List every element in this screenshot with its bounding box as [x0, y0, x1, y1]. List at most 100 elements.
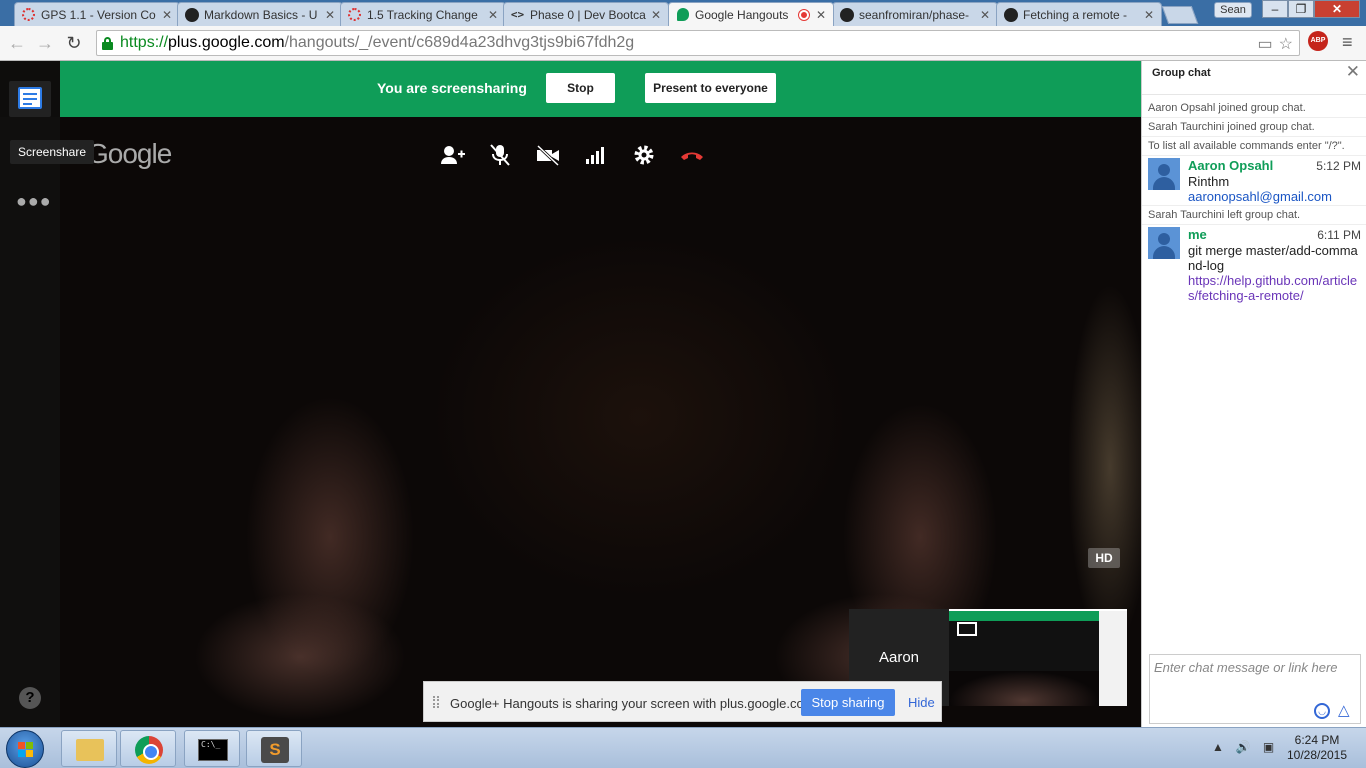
- close-icon[interactable]: ✕: [650, 8, 662, 22]
- windows-taskbar: C:\_ S ▲ 🔊 ▣ 6:24 PM 10/28/2015: [0, 727, 1366, 768]
- tab-title: Phase 0 | Dev Bootca: [530, 7, 646, 22]
- more-apps-icon[interactable]: ●●●: [16, 191, 52, 212]
- close-icon[interactable]: ✕: [161, 8, 173, 22]
- taskbar-sublime[interactable]: S: [246, 730, 302, 767]
- camera-off-icon[interactable]: [535, 143, 561, 167]
- filmstrip-screenshare-thumb[interactable]: [949, 609, 1127, 706]
- chrome-icon: [135, 736, 163, 764]
- google-logo: Google: [87, 138, 172, 169]
- close-icon[interactable]: ✕: [1143, 8, 1155, 22]
- new-tab-button[interactable]: [1161, 6, 1199, 24]
- system-message: Sarah Taurchini left group chat.: [1148, 209, 1301, 221]
- present-to-everyone-button[interactable]: Present to everyone: [645, 73, 776, 103]
- lock-icon: [102, 36, 113, 50]
- show-hidden-icons-icon[interactable]: ▲: [1212, 740, 1224, 754]
- message-text: Rinthm: [1188, 174, 1230, 189]
- loading-icon: [347, 7, 362, 22]
- network-icon[interactable]: ▣: [1263, 740, 1274, 754]
- chat-message-input[interactable]: [1150, 655, 1360, 679]
- screenshare-tooltip: Screenshare: [10, 140, 94, 164]
- hide-link[interactable]: Hide: [908, 695, 935, 710]
- recording-icon: [799, 9, 809, 20]
- github-icon: [1003, 7, 1018, 22]
- github-icon: [839, 7, 854, 22]
- url-path: /hangouts/_/event/c689d4a23dhvg3tjs9bi67…: [284, 34, 635, 51]
- stop-button[interactable]: Stop: [546, 73, 615, 103]
- tab-title: seanfromiran/phase-: [859, 7, 970, 22]
- browser-tab-strip: GPS 1.1 - Version Co ✕ Markdown Basics -…: [0, 0, 1366, 26]
- forward-icon[interactable]: →: [33, 31, 57, 55]
- sender-name: me: [1188, 227, 1207, 242]
- help-icon[interactable]: ?: [19, 687, 41, 709]
- group-chat-panel: Group chat ✕ Aaron Opsahl joined group c…: [1141, 61, 1366, 727]
- browser-tab[interactable]: Fetching a remote - ✕: [996, 2, 1162, 26]
- close-icon[interactable]: ✕: [1346, 62, 1360, 82]
- invite-people-icon[interactable]: [439, 143, 465, 167]
- profile-button[interactable]: Sean: [1214, 2, 1252, 18]
- tab-title: Fetching a remote -: [1023, 7, 1128, 22]
- browser-tab[interactable]: seanfromiran/phase- ✕: [832, 2, 998, 26]
- camera-blocked-icon[interactable]: ▭: [1258, 34, 1273, 54]
- system-message: To list all available commands enter "/?…: [1148, 140, 1345, 152]
- chat-app-button[interactable]: [9, 81, 51, 117]
- reload-icon[interactable]: ↻: [62, 31, 86, 55]
- address-bar[interactable]: https://plus.google.com/hangouts/_/event…: [96, 30, 1300, 56]
- drag-handle-icon[interactable]: [433, 696, 439, 708]
- browser-tab[interactable]: <> Phase 0 | Dev Bootca ✕: [503, 2, 669, 26]
- loading-icon: [21, 7, 36, 22]
- system-message: Aaron Opsahl joined group chat.: [1148, 102, 1306, 114]
- tab-title: 1.5 Tracking Change: [367, 7, 478, 22]
- drive-icon[interactable]: △: [1338, 703, 1356, 719]
- system-tray: ▲ 🔊 ▣: [1212, 740, 1274, 754]
- taskbar-explorer[interactable]: [61, 730, 117, 767]
- system-message: Sarah Taurchini joined group chat.: [1148, 121, 1315, 133]
- hang-up-icon[interactable]: [679, 143, 705, 167]
- chat-compose-box: ◡ △: [1149, 654, 1361, 724]
- browser-toolbar: ← → ↻ https://plus.google.com/hangouts/_…: [0, 26, 1366, 61]
- browser-tab[interactable]: GPS 1.1 - Version Co ✕: [14, 2, 180, 26]
- message-link[interactable]: aaronopsahl@gmail.com: [1188, 189, 1364, 204]
- browser-tab[interactable]: 1.5 Tracking Change ✕: [340, 2, 506, 26]
- hangout-stage: You are screensharing Stop Present to ev…: [0, 61, 1141, 727]
- share-notice-text: Google+ Hangouts is sharing your screen …: [450, 696, 819, 711]
- hd-badge[interactable]: HD: [1088, 548, 1120, 568]
- settings-gear-icon[interactable]: [631, 143, 657, 167]
- adblock-icon[interactable]: ABP: [1308, 31, 1328, 51]
- start-button[interactable]: [6, 730, 44, 768]
- screenshare-banner: You are screensharing Stop Present to ev…: [60, 61, 1141, 117]
- url-scheme: https://: [120, 34, 169, 51]
- tab-title: Google Hangouts: [695, 7, 789, 22]
- browser-tab-active[interactable]: Google Hangouts ✕: [668, 2, 834, 26]
- tab-title: Markdown Basics - U: [204, 7, 318, 22]
- stop-sharing-button[interactable]: Stop sharing: [801, 689, 895, 716]
- maximize-button[interactable]: ❐: [1288, 0, 1314, 18]
- chat-icon: [18, 87, 42, 109]
- chat-header: Group chat ✕: [1142, 61, 1366, 95]
- bookmark-star-icon[interactable]: ☆: [1279, 34, 1293, 54]
- window-close-button[interactable]: ✕: [1314, 0, 1360, 18]
- back-icon[interactable]: ←: [5, 31, 29, 55]
- message-time: 5:12 PM: [1316, 159, 1361, 173]
- participant-name: Aaron: [878, 649, 920, 666]
- emoji-icon[interactable]: ◡: [1314, 703, 1330, 719]
- volume-icon[interactable]: 🔊: [1236, 740, 1251, 754]
- close-icon[interactable]: ✕: [815, 8, 827, 22]
- tab-title: GPS 1.1 - Version Co: [41, 7, 156, 22]
- close-icon[interactable]: ✕: [979, 8, 991, 22]
- taskbar-chrome[interactable]: [120, 730, 176, 767]
- taskbar-clock[interactable]: 6:24 PM 10/28/2015: [1280, 733, 1354, 763]
- message-link[interactable]: https://help.github.com/articles/fetchin…: [1188, 273, 1364, 303]
- message-time: 6:11 PM: [1317, 228, 1361, 242]
- close-icon[interactable]: ✕: [487, 8, 499, 22]
- browser-tab[interactable]: Markdown Basics - U ✕: [177, 2, 343, 26]
- minimize-button[interactable]: ‒: [1262, 0, 1288, 18]
- taskbar-cmd[interactable]: C:\_: [184, 730, 240, 767]
- windows-logo-icon: [18, 742, 34, 758]
- menu-icon[interactable]: ≡: [1342, 32, 1353, 53]
- clock-date: 10/28/2015: [1286, 748, 1348, 762]
- mic-muted-icon[interactable]: [487, 143, 513, 167]
- close-icon[interactable]: ✕: [324, 8, 336, 22]
- screen-share-notice: Google+ Hangouts is sharing your screen …: [423, 681, 942, 722]
- terminal-icon: C:\_: [198, 739, 228, 761]
- bandwidth-icon[interactable]: [583, 143, 609, 167]
